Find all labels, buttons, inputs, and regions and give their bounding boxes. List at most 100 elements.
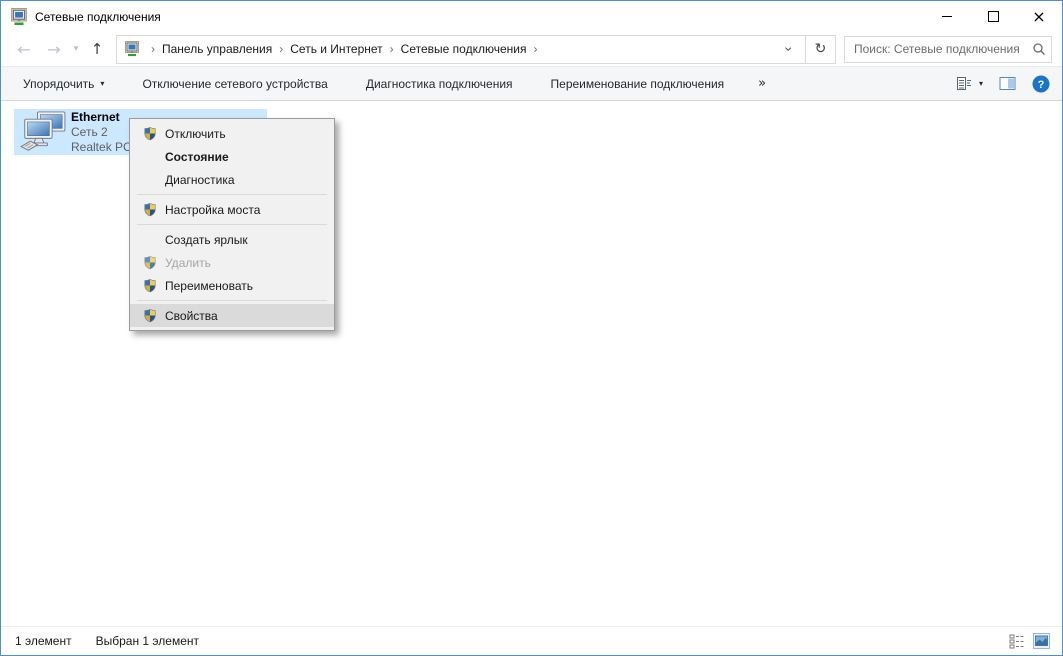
thumbnails-view-button[interactable] xyxy=(1033,633,1050,649)
network-connections-window: Сетевые подключения × ← → ▾ ↑ › Панель у… xyxy=(0,0,1063,656)
uac-shield-icon xyxy=(142,255,158,271)
minimize-button[interactable] xyxy=(924,1,970,32)
menu-icon-placeholder xyxy=(142,149,158,165)
forward-button[interactable]: → xyxy=(39,34,69,64)
network-connections-icon xyxy=(10,8,28,26)
command-toolbar: Упорядочить ▾ Отключение сетевого устрой… xyxy=(1,66,1062,101)
breadcrumb-separator-icon: › xyxy=(383,42,401,56)
maximize-icon xyxy=(988,11,999,22)
menu-item-diagnose[interactable]: Диагностика xyxy=(130,168,334,191)
window-controls: × xyxy=(924,1,1062,32)
breadcrumb-separator-icon: › xyxy=(526,42,544,56)
menu-item-properties[interactable]: Свойства xyxy=(130,304,334,327)
menu-item-disable[interactable]: Отключить xyxy=(130,122,334,145)
list-view-icon xyxy=(956,76,972,92)
recent-locations-button[interactable]: ▾ xyxy=(69,34,83,64)
navigation-bar: ← → ▾ ↑ › Панель управления › Сеть и Инт… xyxy=(1,32,1062,66)
search-box xyxy=(844,36,1052,63)
ethernet-adapter-icon xyxy=(19,111,67,153)
rename-connection-label: Переименование подключения xyxy=(551,77,725,91)
statusbar-view-buttons xyxy=(1001,633,1050,649)
status-bar: 1 элемент Выбран 1 элемент xyxy=(1,626,1062,655)
connection-network: Сеть 2 xyxy=(71,125,132,140)
connections-list-area[interactable]: Ethernet Сеть 2 Realtek PC Отключить xyxy=(1,101,1062,626)
thumbnails-view-icon xyxy=(1033,633,1050,649)
address-bar: › Панель управления › Сеть и Интернет › … xyxy=(116,35,836,64)
chevron-down-icon: ▾ xyxy=(74,44,79,54)
breadcrumb-item-network-internet[interactable]: Сеть и Интернет xyxy=(290,42,382,56)
chevron-down-icon: ▾ xyxy=(979,79,983,88)
menu-separator xyxy=(137,194,327,195)
organize-button[interactable]: Упорядочить ▾ xyxy=(23,77,104,91)
menu-item-label: Отключить xyxy=(165,127,226,141)
preview-pane-icon xyxy=(999,76,1016,91)
uac-shield-icon xyxy=(142,278,158,294)
connection-name: Ethernet xyxy=(71,110,132,125)
menu-item-label: Удалить xyxy=(165,256,211,270)
rename-connection-button[interactable]: Переименование подключения xyxy=(551,77,725,91)
menu-item-rename[interactable]: Переименовать xyxy=(130,274,334,297)
help-icon: ? xyxy=(1032,75,1050,93)
address-dropdown-button[interactable]: › xyxy=(777,41,801,57)
menu-separator xyxy=(137,224,327,225)
back-button[interactable]: ← xyxy=(9,34,39,64)
close-button[interactable]: × xyxy=(1016,1,1062,32)
up-icon: ↑ xyxy=(91,40,104,58)
chevron-down-icon: ▾ xyxy=(100,79,104,88)
chevron-down-icon: › xyxy=(781,47,797,52)
minimize-icon xyxy=(942,16,952,17)
connection-device: Realtek PC xyxy=(71,140,132,155)
menu-item-label: Диагностика xyxy=(165,173,235,187)
svg-text:?: ? xyxy=(1038,79,1045,91)
menu-icon-placeholder xyxy=(142,172,158,188)
breadcrumb-separator-icon: › xyxy=(144,42,162,56)
forward-icon: → xyxy=(47,40,60,59)
menu-item-delete: Удалить xyxy=(130,251,334,274)
uac-shield-icon xyxy=(142,308,158,324)
refresh-button[interactable]: ↻ xyxy=(805,36,835,63)
items-count: 1 элемент xyxy=(15,634,72,648)
uac-shield-icon xyxy=(142,202,158,218)
menu-item-create-shortcut[interactable]: Создать ярлык xyxy=(130,228,334,251)
menu-item-label: Переименовать xyxy=(165,279,253,293)
close-icon: × xyxy=(1032,9,1045,25)
maximize-button[interactable] xyxy=(970,1,1016,32)
breadcrumb: › Панель управления › Сеть и Интернет › … xyxy=(117,36,805,63)
selection-count: Выбран 1 элемент xyxy=(96,634,199,648)
help-button[interactable]: ? xyxy=(1032,75,1050,93)
search-input[interactable] xyxy=(852,41,1032,57)
menu-separator xyxy=(137,300,327,301)
window-title: Сетевые подключения xyxy=(35,10,161,24)
preview-pane-button[interactable] xyxy=(999,76,1016,91)
details-view-button[interactable] xyxy=(1009,633,1025,649)
titlebar: Сетевые подключения × xyxy=(1,1,1062,32)
toolbar-right: ▾ ? xyxy=(956,75,1050,93)
back-icon: ← xyxy=(17,40,30,59)
more-commands-button[interactable]: » xyxy=(758,76,766,91)
menu-item-label: Создать ярлык xyxy=(165,233,248,247)
search-icon[interactable] xyxy=(1032,42,1046,56)
change-view-button[interactable]: ▾ xyxy=(956,76,983,92)
details-view-icon xyxy=(1009,633,1025,649)
disable-device-button[interactable]: Отключение сетевого устройства xyxy=(142,77,327,91)
up-button[interactable]: ↑ xyxy=(83,34,111,64)
diagnose-connection-button[interactable]: Диагностика подключения xyxy=(366,77,513,91)
organize-label: Упорядочить xyxy=(23,77,94,91)
more-icon: » xyxy=(758,76,766,91)
breadcrumb-separator-icon: › xyxy=(272,42,290,56)
context-menu: Отключить Состояние Диагностика xyxy=(129,118,335,331)
menu-item-status[interactable]: Состояние xyxy=(130,145,334,168)
menu-item-label: Состояние xyxy=(165,150,229,164)
menu-icon-placeholder xyxy=(142,232,158,248)
breadcrumb-item-network-connections[interactable]: Сетевые подключения xyxy=(401,42,527,56)
menu-item-label: Свойства xyxy=(165,309,218,323)
connection-details: Ethernet Сеть 2 Realtek PC xyxy=(71,110,132,155)
breadcrumb-item-control-panel[interactable]: Панель управления xyxy=(162,42,272,56)
refresh-icon: ↻ xyxy=(815,41,827,57)
menu-item-bridge-connections[interactable]: Настройка моста xyxy=(130,198,334,221)
diagnose-connection-label: Диагностика подключения xyxy=(366,77,513,91)
network-connections-icon xyxy=(124,41,140,57)
disable-device-label: Отключение сетевого устройства xyxy=(142,77,327,91)
uac-shield-icon xyxy=(142,126,158,142)
menu-item-label: Настройка моста xyxy=(165,203,260,217)
